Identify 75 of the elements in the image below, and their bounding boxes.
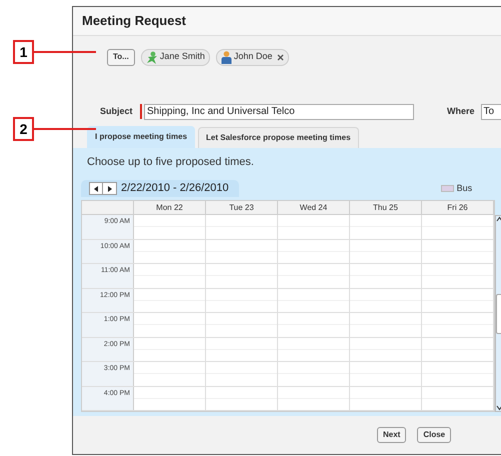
time-slot[interactable] xyxy=(278,338,350,361)
recipient-chip[interactable]: John Doe xyxy=(216,48,290,66)
callout-number: 1 xyxy=(13,40,34,64)
time-slot[interactable] xyxy=(278,386,350,410)
caret-right-icon xyxy=(108,186,112,192)
time-slot[interactable] xyxy=(206,313,278,336)
where-field[interactable]: To xyxy=(480,104,501,120)
time-slot[interactable] xyxy=(134,386,206,410)
time-slot[interactable] xyxy=(278,313,350,336)
person-icon xyxy=(220,50,232,64)
window-title: Meeting Request xyxy=(82,12,186,30)
caret-left-icon xyxy=(94,186,98,192)
time-slot[interactable] xyxy=(422,386,494,410)
time-slot[interactable] xyxy=(350,240,422,263)
callout-number: 2 xyxy=(13,117,34,141)
time-slot[interactable] xyxy=(278,264,350,288)
time-slot[interactable] xyxy=(350,362,422,386)
column-header: Tue 23 xyxy=(206,201,278,214)
dialog-button[interactable]: Next xyxy=(377,427,406,443)
time-slot[interactable] xyxy=(350,338,422,361)
column-header: Thu 25 xyxy=(350,201,422,214)
time-slot[interactable] xyxy=(422,288,494,312)
column-header: Fri 26 xyxy=(422,201,494,214)
dialog-button[interactable]: Close xyxy=(417,427,452,443)
tab[interactable]: I propose meeting times xyxy=(87,126,196,148)
subject-label: Subject xyxy=(100,104,134,118)
time-slot[interactable] xyxy=(134,338,206,361)
where-label: Where xyxy=(447,104,475,118)
time-slot[interactable] xyxy=(350,288,422,312)
column-header: Wed 24 xyxy=(278,201,350,214)
time-slot[interactable] xyxy=(134,264,206,288)
time-slot[interactable] xyxy=(206,362,278,386)
time-slot[interactable] xyxy=(350,215,422,238)
subject-field[interactable]: Shipping, Inc and Universal Telco xyxy=(144,104,414,120)
time-slot[interactable] xyxy=(422,338,494,361)
legend-label: Bus xyxy=(456,182,472,195)
time-slot[interactable] xyxy=(206,264,278,288)
time-slot[interactable] xyxy=(206,240,278,263)
time-slot[interactable] xyxy=(134,215,206,238)
column-header: Mon 22 xyxy=(134,201,206,214)
date-range: 2/22/2010 - 2/26/2010 xyxy=(121,181,229,196)
leader-line xyxy=(34,51,96,53)
instructions-text: Choose up to five proposed times. xyxy=(86,155,255,169)
legend-swatch xyxy=(440,185,454,192)
scrollbar-thumb[interactable] xyxy=(496,294,501,334)
time-slot[interactable] xyxy=(278,362,350,386)
caret-down-icon xyxy=(496,405,501,411)
time-slot[interactable] xyxy=(134,240,206,263)
time-slot[interactable] xyxy=(206,338,278,361)
time-slot[interactable] xyxy=(278,215,350,238)
time-slot[interactable] xyxy=(134,288,206,312)
time-slot[interactable] xyxy=(422,215,494,238)
time-slot[interactable] xyxy=(350,313,422,336)
time-slot[interactable] xyxy=(278,240,350,263)
person-icon xyxy=(146,50,158,64)
to-button[interactable]: To... xyxy=(107,48,135,66)
time-slot[interactable] xyxy=(422,362,494,386)
time-slot[interactable] xyxy=(134,313,206,336)
time-slot[interactable] xyxy=(422,264,494,288)
recipient-chip[interactable]: Jane Smith xyxy=(140,48,210,66)
time-slot[interactable] xyxy=(206,215,278,238)
time-slot[interactable] xyxy=(422,240,494,263)
caret-up-icon xyxy=(496,216,501,222)
time-slot[interactable] xyxy=(422,313,494,336)
time-slot[interactable] xyxy=(206,386,278,410)
tab[interactable]: Let Salesforce propose meeting times xyxy=(198,127,359,148)
next-arrow-button[interactable] xyxy=(103,182,117,195)
close-icon[interactable] xyxy=(277,54,284,60)
time-slot[interactable] xyxy=(206,288,278,312)
time-slot[interactable] xyxy=(350,264,422,288)
time-slot[interactable] xyxy=(350,386,422,410)
previous-button[interactable] xyxy=(89,182,103,195)
time-slot[interactable] xyxy=(134,362,206,386)
time-slot[interactable] xyxy=(278,288,350,312)
leader-line xyxy=(34,128,96,130)
